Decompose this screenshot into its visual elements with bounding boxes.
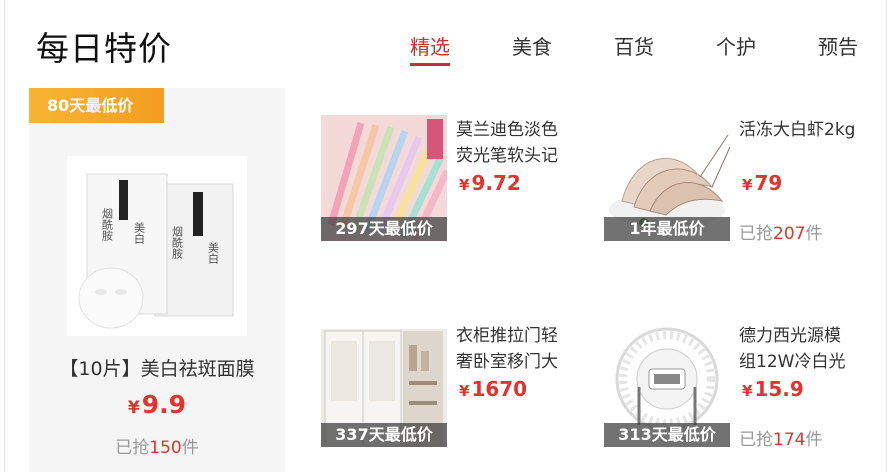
product-price: ¥9.72 [459, 171, 521, 195]
product-item[interactable]: 297天最低价 莫兰迪色淡色荧光笔软头记 ¥9.72 [321, 115, 581, 245]
sold-count: 已抢174件 [739, 425, 822, 450]
price-value: 15.9 [754, 377, 804, 401]
light-module-image[interactable]: 313天最低价 [604, 321, 730, 447]
currency-symbol: ¥ [742, 176, 753, 194]
product-price: ¥15.9 [742, 377, 804, 401]
currency-symbol: ¥ [459, 176, 470, 194]
lowest-price-badge: 80天最低价 [29, 88, 164, 123]
sold-number: 174 [773, 430, 806, 450]
featured-product-price: ¥9.9 [29, 390, 285, 419]
tab-food[interactable]: 美食 [512, 31, 552, 60]
tab-featured[interactable]: 精选 [410, 31, 450, 66]
currency-symbol: ¥ [459, 382, 470, 400]
tab-general-goods[interactable]: 百货 [614, 31, 654, 60]
svg-text:美白: 美白 [207, 242, 220, 264]
wardrobe-image[interactable]: 337天最低价 [321, 321, 447, 447]
featured-sold-count: 已抢150件 [29, 433, 285, 458]
lowest-price-label: 1年最低价 [604, 217, 730, 241]
lowest-price-label: 313天最低价 [604, 423, 730, 447]
sold-prefix: 已抢 [739, 430, 773, 450]
featured-product-card[interactable]: 80天最低价 烟酰胺 美白 烟酰胺 美白 【10片】美白祛斑面膜 ¥9.9 已抢… [29, 88, 285, 472]
currency-symbol: ¥ [127, 398, 140, 418]
currency-symbol: ¥ [742, 382, 753, 400]
tab-personal-care[interactable]: 个护 [716, 31, 756, 60]
product-name[interactable]: 衣柜推拉门轻奢卧室移门大 [456, 323, 574, 375]
product-item[interactable]: 337天最低价 衣柜推拉门轻奢卧室移门大 ¥1670 [321, 321, 581, 451]
product-name[interactable]: 莫兰迪色淡色荧光笔软头记 [456, 117, 574, 169]
sold-prefix: 已抢 [739, 224, 773, 244]
price-value: 79 [754, 171, 783, 195]
highlighter-pens-image[interactable]: 297天最低价 [321, 115, 447, 241]
price-value: 9.72 [471, 171, 521, 195]
product-item[interactable]: 1年最低价 活冻大白虾2kg ¥79 已抢207件 [604, 115, 864, 245]
svg-text:烟酰胺: 烟酰胺 [171, 225, 184, 260]
svg-text:烟酰胺: 烟酰胺 [101, 207, 114, 242]
sold-suffix: 件 [805, 430, 823, 450]
tab-preview[interactable]: 预告 [818, 31, 858, 60]
product-name[interactable]: 德力西光源模组12W冷白光 [739, 323, 857, 375]
price-value: 1670 [471, 377, 528, 401]
face-mask-product-image[interactable]: 烟酰胺 美白 烟酰胺 美白 [67, 156, 247, 336]
product-price: ¥1670 [459, 377, 527, 401]
sold-suffix: 件 [181, 438, 199, 458]
sold-prefix: 已抢 [115, 438, 150, 458]
product-item[interactable]: 313天最低价 德力西光源模组12W冷白光 ¥15.9 已抢174件 [604, 321, 864, 451]
sold-number: 207 [773, 224, 806, 244]
product-price: ¥79 [742, 171, 782, 195]
lowest-price-label: 297天最低价 [321, 217, 447, 241]
svg-text:美白: 美白 [133, 222, 146, 244]
featured-product-name[interactable]: 【10片】美白祛斑面膜 [29, 354, 285, 381]
lowest-price-label: 337天最低价 [321, 423, 447, 447]
sold-suffix: 件 [805, 224, 823, 244]
sold-count: 已抢207件 [739, 219, 822, 244]
product-name[interactable]: 活冻大白虾2kg [739, 117, 857, 169]
category-tabs: 精选 美食 百货 个护 预告 [0, 31, 891, 66]
shrimp-image[interactable]: 1年最低价 [604, 115, 730, 241]
price-value: 9.9 [141, 390, 187, 419]
sold-number: 150 [149, 438, 182, 458]
